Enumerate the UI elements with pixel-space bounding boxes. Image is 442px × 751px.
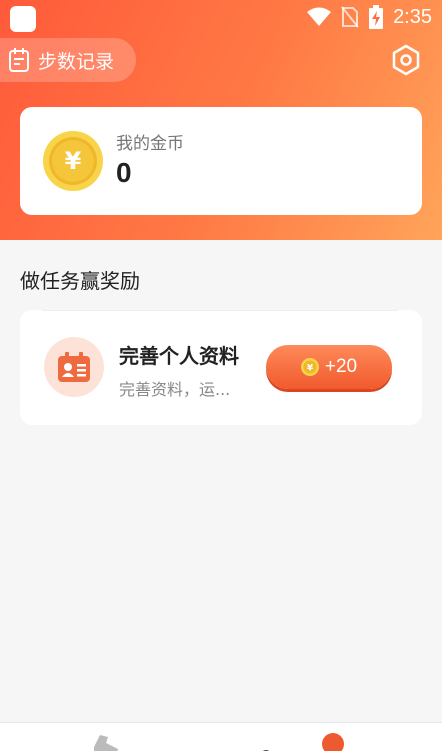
divider (42, 310, 398, 311)
steps-record-label: 步数记录 (38, 50, 115, 73)
shoe-icon[interactable] (92, 733, 120, 751)
svg-text:¥: ¥ (65, 147, 82, 175)
coin-icon: ¥ (300, 358, 319, 376)
profile-tab-icon[interactable] (322, 733, 344, 751)
nav-icon[interactable] (258, 745, 288, 751)
calendar-icon (9, 48, 29, 72)
bottom-navigation (0, 722, 442, 751)
my-coins-card: ¥ 我的金币 0 (20, 107, 422, 215)
profile-task-icon-wrapper (44, 337, 104, 397)
app-notification-icon (10, 6, 36, 32)
wifi-icon (307, 7, 332, 26)
id-card-icon (58, 352, 90, 382)
task-title: 完善个人资料 (119, 344, 239, 368)
gold-coin-icon: ¥ (43, 131, 103, 191)
settings-hexagon-icon[interactable] (390, 44, 422, 76)
no-sim-icon (341, 6, 359, 28)
status-icons: 2:35 (307, 5, 432, 29)
tasks-section-title: 做任务赢奖励 (20, 269, 140, 293)
coin-balance-label: 我的金币 (116, 134, 184, 154)
status-time: 2:35 (393, 5, 432, 28)
task-description: 完善资料，运... (119, 380, 231, 399)
task-list-card: 完善个人资料 完善资料，运... ¥ +20 (20, 310, 422, 425)
coin-balance-value: 0 (116, 157, 132, 188)
svg-text:¥: ¥ (307, 364, 314, 374)
steps-record-button[interactable]: 步数记录 (0, 38, 136, 82)
battery-charging-icon (369, 5, 384, 29)
claim-reward-button[interactable]: ¥ +20 (266, 345, 392, 389)
status-bar: 2:35 (0, 0, 442, 36)
reward-amount: +20 (324, 356, 358, 377)
